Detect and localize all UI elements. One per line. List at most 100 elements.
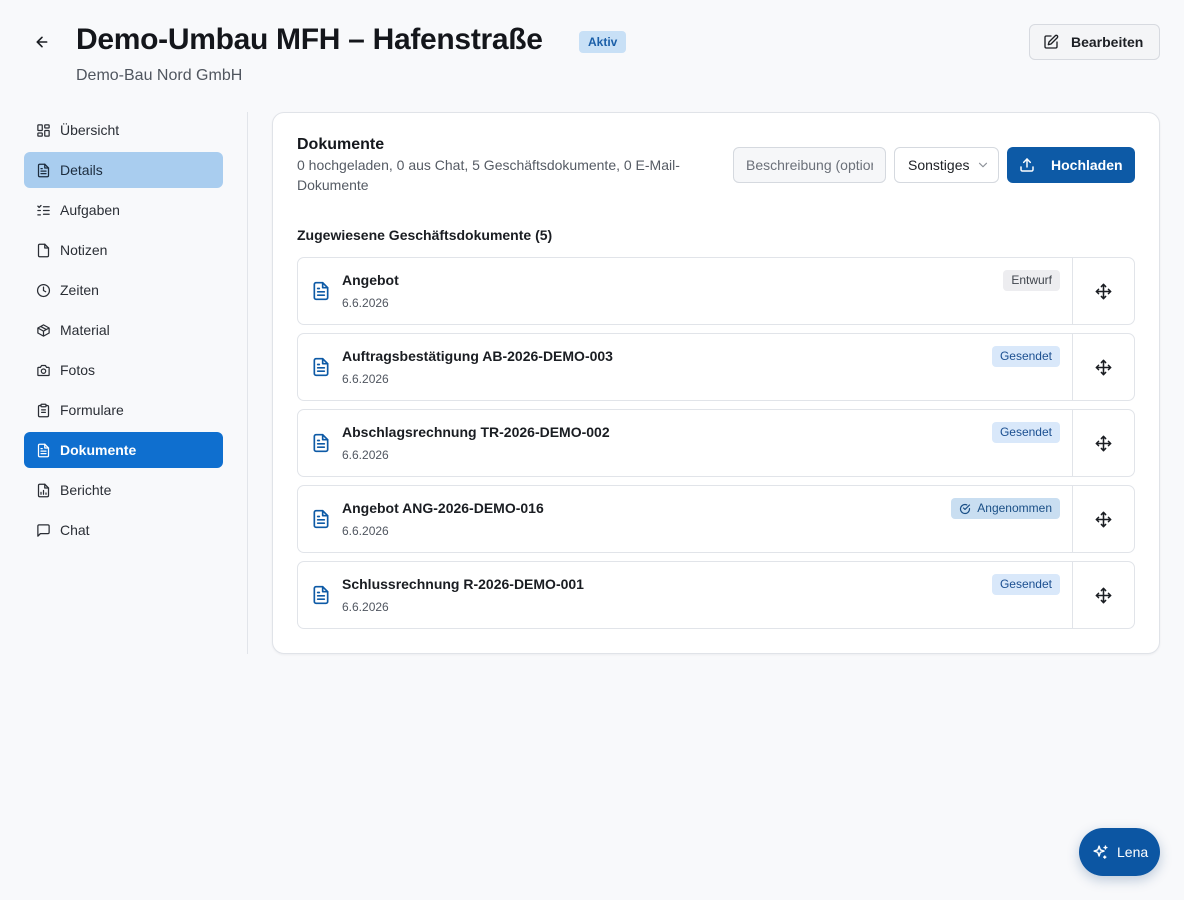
document-date: 6.6.2026 <box>342 448 389 462</box>
assigned-documents-heading: Zugewiesene Geschäftsdokumente (5) <box>297 227 553 243</box>
file-text-icon <box>313 433 329 453</box>
sidebar-item-label: Übersicht <box>60 122 120 138</box>
document-row: Auftragsbestätigung AB-2026-DEMO-003 6.6… <box>297 333 1135 401</box>
sidebar-item-berichte[interactable]: Berichte <box>24 472 223 508</box>
back-button[interactable] <box>30 30 54 54</box>
document-date: 6.6.2026 <box>342 600 389 614</box>
package-icon <box>36 323 51 338</box>
category-select[interactable]: Sonstiges <box>894 147 999 183</box>
document-status-label: Angenommen <box>977 501 1052 515</box>
sidebar-item-notizen[interactable]: Notizen <box>24 232 223 268</box>
drag-handle[interactable] <box>1072 562 1134 628</box>
document-row: Abschlagsrechnung TR-2026-DEMO-002 6.6.2… <box>297 409 1135 477</box>
status-badge: Aktiv <box>579 31 627 53</box>
sidebar-item-uebersicht[interactable]: Übersicht <box>24 112 223 148</box>
file-chart-icon <box>36 483 51 498</box>
upload-button[interactable]: Hochladen <box>1007 147 1135 183</box>
category-select-value: Sonstiges <box>908 157 970 173</box>
document-list: Angebot 6.6.2026 Entwurf Auftragsbestäti… <box>297 257 1135 637</box>
edit-button[interactable]: Bearbeiten <box>1029 24 1160 60</box>
document-date: 6.6.2026 <box>342 372 389 386</box>
upload-button-label: Hochladen <box>1051 157 1123 173</box>
camera-icon <box>36 363 51 378</box>
sidebar-item-material[interactable]: Material <box>24 312 223 348</box>
message-square-icon <box>36 523 51 538</box>
drag-handle[interactable] <box>1072 410 1134 476</box>
upload-icon <box>1020 158 1034 172</box>
sidebar-item-label: Chat <box>60 522 90 538</box>
check-circle-icon <box>960 503 971 514</box>
page-title: Demo-Umbau MFH – Hafenstraße <box>76 23 543 56</box>
sidebar-item-formulare[interactable]: Formulare <box>24 392 223 428</box>
description-input[interactable] <box>733 147 886 183</box>
arrow-left-icon <box>36 36 48 48</box>
document-status-badge: Gesendet <box>991 574 1060 595</box>
sidebar-item-chat[interactable]: Chat <box>24 512 223 548</box>
clock-icon <box>36 283 51 298</box>
sidebar-item-label: Formulare <box>60 402 124 418</box>
document-row: Angebot ANG-2026-DEMO-016 6.6.2026 Angen… <box>297 485 1135 553</box>
edit-icon <box>1044 34 1059 49</box>
documents-title: Dokumente <box>297 136 385 153</box>
file-text-icon <box>313 357 329 377</box>
clipboard-icon <box>36 403 51 418</box>
move-icon <box>1095 587 1112 603</box>
file-text-icon <box>36 443 51 458</box>
document-name: Angebot <box>342 272 399 288</box>
sidebar-item-aufgaben[interactable]: Aufgaben <box>24 192 223 228</box>
document-status-badge: Entwurf <box>1003 270 1060 291</box>
grid-icon <box>36 123 51 138</box>
file-text-icon <box>36 163 51 178</box>
document-name: Angebot ANG-2026-DEMO-016 <box>342 500 544 516</box>
document-open-area[interactable]: Schlussrechnung R-2026-DEMO-001 6.6.2026… <box>298 562 1072 628</box>
document-name: Abschlagsrechnung TR-2026-DEMO-002 <box>342 424 610 440</box>
document-status-label: Gesendet <box>999 425 1052 439</box>
note-icon <box>36 243 51 258</box>
sidebar-item-details[interactable]: Details <box>24 152 223 188</box>
document-open-area[interactable]: Auftragsbestätigung AB-2026-DEMO-003 6.6… <box>298 334 1072 400</box>
file-text-icon <box>313 509 329 529</box>
list-checks-icon <box>36 203 51 218</box>
sidebar-item-label: Zeiten <box>60 282 99 298</box>
document-open-area[interactable]: Abschlagsrechnung TR-2026-DEMO-002 6.6.2… <box>298 410 1072 476</box>
file-text-icon <box>313 281 329 301</box>
document-open-area[interactable]: Angebot ANG-2026-DEMO-016 6.6.2026 Angen… <box>298 486 1072 552</box>
document-status-label: Entwurf <box>1011 273 1052 287</box>
sidebar-item-fotos[interactable]: Fotos <box>24 352 223 388</box>
page-subtitle: Demo-Bau Nord GmbH <box>76 67 243 84</box>
move-icon <box>1095 511 1112 527</box>
move-icon <box>1095 283 1112 299</box>
sidebar-item-label: Aufgaben <box>60 202 120 218</box>
documents-summary: 0 hochgeladen, 0 aus Chat, 5 Geschäftsdo… <box>297 157 680 193</box>
sidebar-item-label: Notizen <box>60 242 108 258</box>
move-icon <box>1095 359 1112 375</box>
move-icon <box>1095 435 1112 451</box>
document-status-badge: Gesendet <box>991 346 1060 367</box>
document-row: Schlussrechnung R-2026-DEMO-001 6.6.2026… <box>297 561 1135 629</box>
document-name: Auftragsbestätigung AB-2026-DEMO-003 <box>342 348 613 364</box>
drag-handle[interactable] <box>1072 258 1134 324</box>
assistant-button[interactable]: Lena <box>1079 828 1160 876</box>
document-status-label: Gesendet <box>999 349 1052 363</box>
sparkles-icon <box>1093 844 1108 859</box>
document-status-badge: Angenommen <box>951 498 1060 519</box>
sidebar-item-zeiten[interactable]: Zeiten <box>24 272 223 308</box>
chevron-down-icon <box>978 162 988 168</box>
document-date: 6.6.2026 <box>342 524 389 538</box>
document-row: Angebot 6.6.2026 Entwurf <box>297 257 1135 325</box>
sidebar-item-label: Details <box>60 162 103 178</box>
sidebar-item-dokumente[interactable]: Dokumente <box>24 432 223 468</box>
edit-button-label: Bearbeiten <box>1071 34 1144 50</box>
sidebar-item-label: Berichte <box>60 482 112 498</box>
document-name: Schlussrechnung R-2026-DEMO-001 <box>342 576 584 592</box>
file-text-icon <box>313 585 329 605</box>
sidebar-item-label: Dokumente <box>60 442 137 458</box>
document-date: 6.6.2026 <box>342 296 389 310</box>
drag-handle[interactable] <box>1072 486 1134 552</box>
drag-handle[interactable] <box>1072 334 1134 400</box>
document-open-area[interactable]: Angebot 6.6.2026 Entwurf <box>298 258 1072 324</box>
document-status-badge: Gesendet <box>991 422 1060 443</box>
documents-card: Dokumente 0 hochgeladen, 0 aus Chat, 5 G… <box>272 112 1160 654</box>
assistant-button-label: Lena <box>1117 844 1149 860</box>
sidebar-divider <box>247 112 248 654</box>
